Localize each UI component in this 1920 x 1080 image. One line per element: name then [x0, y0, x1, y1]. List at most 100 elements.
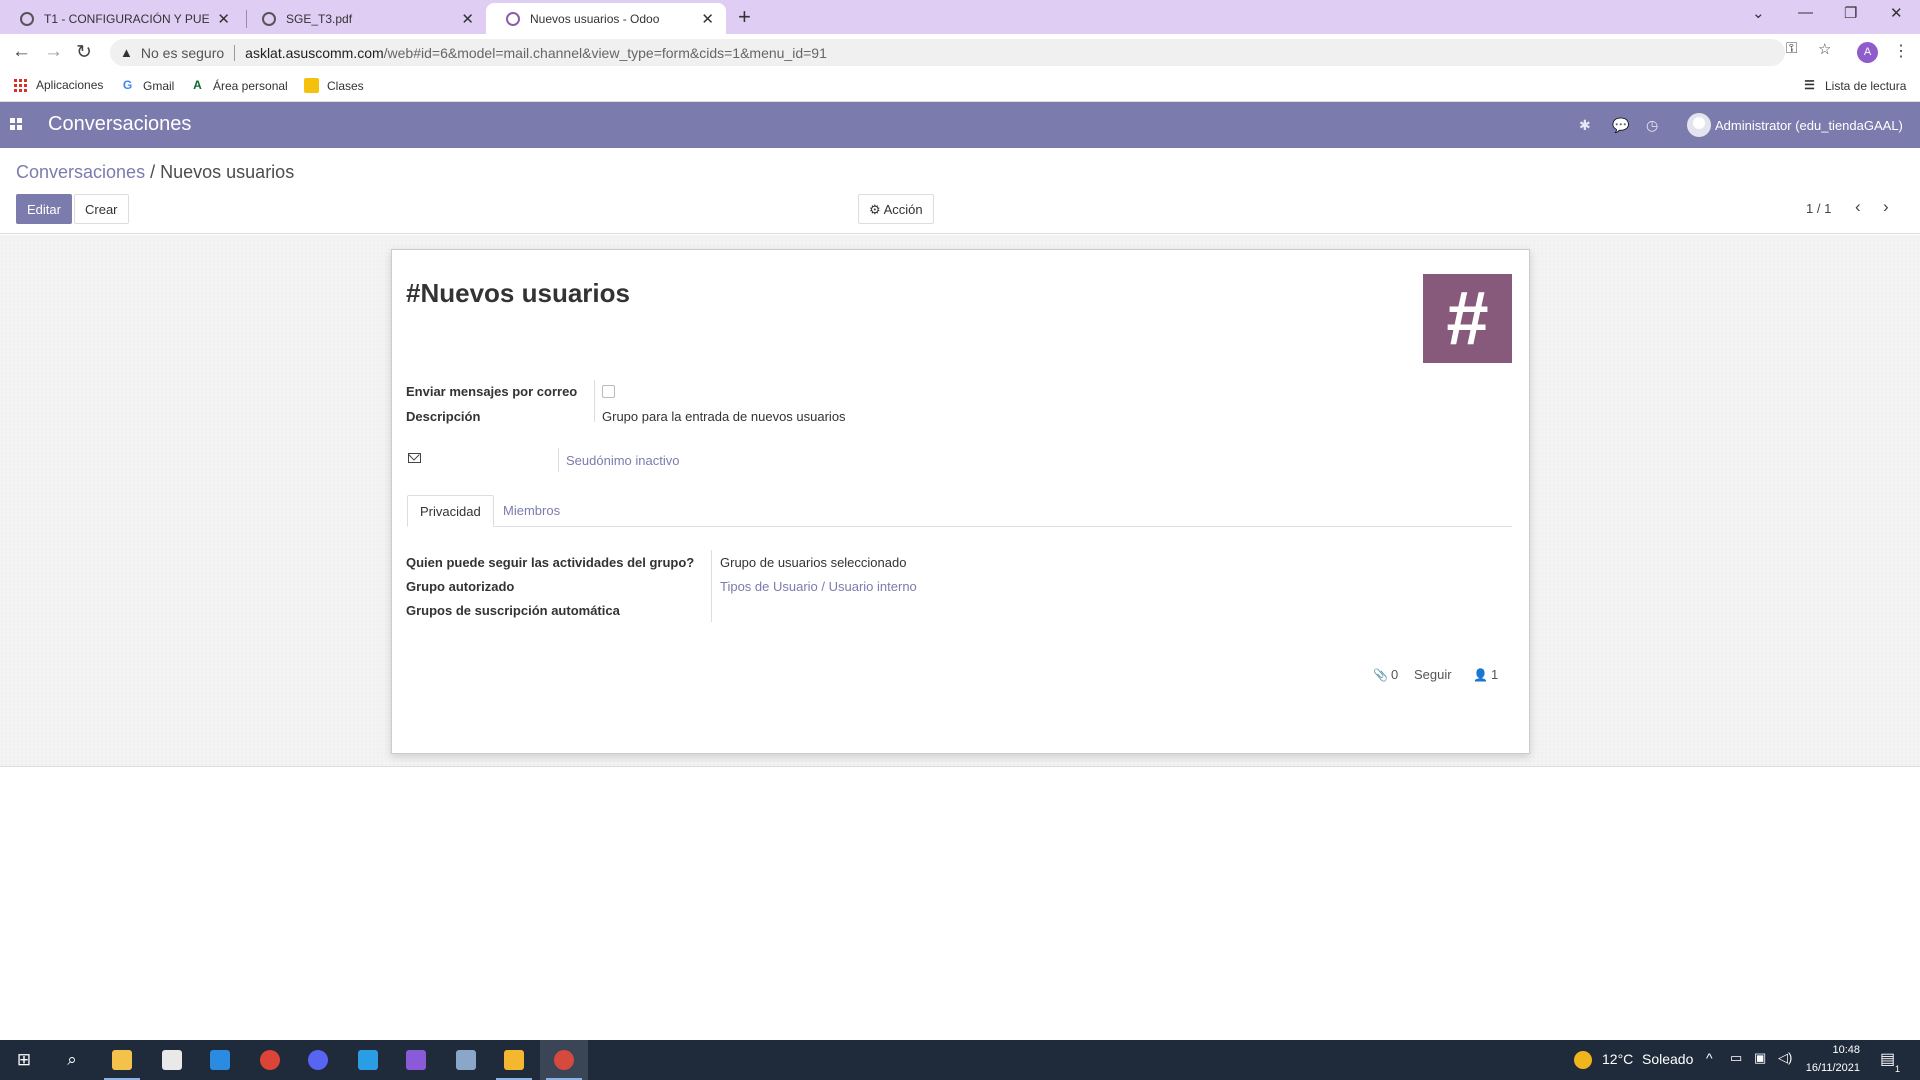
reading-list-icon: ☰: [1804, 78, 1815, 92]
meet-now-icon[interactable]: ▭: [1730, 1050, 1742, 1066]
breadcrumb-parent[interactable]: Conversaciones: [16, 162, 145, 182]
search-icon[interactable]: ⌕: [48, 1040, 96, 1080]
activity-clock-icon[interactable]: ◷: [1646, 117, 1658, 134]
field-divider: [711, 550, 712, 622]
address-bar-row: ← → ↻ ▲ No es seguro asklat.asuscomm.com…: [0, 34, 1920, 70]
virtualbox-icon[interactable]: [442, 1040, 490, 1080]
bookmark-area-personal[interactable]: A Área personal: [190, 78, 288, 93]
email-checkbox[interactable]: [602, 385, 615, 398]
email-label: Enviar mensajes por correo: [406, 384, 578, 399]
bookmark-label: Clases: [327, 78, 364, 93]
windows-taskbar: ⊞ ⌕ 12°C Soleado ^ ▭ ▣ ◁) 10:48 16/11/20…: [0, 1040, 1920, 1080]
followers-counter[interactable]: 👤 1: [1473, 667, 1498, 682]
tab-miembros[interactable]: Miembros: [491, 495, 572, 527]
browser-tab-sge[interactable]: SGE_T3.pdf ✕: [242, 3, 486, 34]
chevron-left-icon[interactable]: ‹: [1855, 197, 1861, 217]
tab-privacidad[interactable]: Privacidad: [407, 495, 494, 527]
globe-icon: [262, 11, 276, 26]
close-window-icon[interactable]: ✕: [1890, 4, 1903, 22]
profile-avatar[interactable]: A: [1857, 42, 1878, 63]
action-button[interactable]: ⚙ Acción: [858, 194, 934, 224]
control-panel: Conversaciones / Nuevos usuarios Editar …: [0, 148, 1920, 234]
tab-search-icon[interactable]: ⌄: [1752, 4, 1765, 22]
apps-grid-icon: [14, 78, 27, 92]
clock-time[interactable]: 10:48: [1800, 1044, 1860, 1056]
notification-count: 1: [1894, 1064, 1900, 1074]
discord-icon[interactable]: [294, 1040, 342, 1080]
action-label: Acción: [883, 202, 923, 217]
user-menu[interactable]: Administrator (edu_tiendaGAAL): [1687, 113, 1903, 137]
field-divider: [594, 380, 595, 422]
tab-title: Nuevos usuarios - Odoo: [530, 11, 660, 26]
chevron-right-icon[interactable]: ›: [1883, 197, 1889, 217]
bookmark-gmail[interactable]: G Gmail: [120, 78, 175, 93]
alias-value[interactable]: Seudónimo inactivo: [566, 453, 679, 468]
bookmark-label: Área personal: [213, 78, 288, 93]
network-icon[interactable]: ▣: [1754, 1050, 1766, 1066]
create-button[interactable]: Crear: [74, 194, 129, 224]
description-label: Descripción: [406, 409, 481, 424]
bookmark-clases[interactable]: Clases: [304, 78, 364, 93]
odoo-icon: [506, 11, 520, 26]
channel-image[interactable]: #: [1423, 274, 1512, 363]
back-icon[interactable]: ←: [12, 41, 31, 63]
vscode-icon[interactable]: [344, 1040, 392, 1080]
close-icon[interactable]: ✕: [217, 10, 230, 28]
paint-app-icon[interactable]: [490, 1040, 538, 1080]
close-icon[interactable]: ✕: [701, 10, 714, 28]
url-omnibox[interactable]: ▲ No es seguro asklat.asuscomm.com/web#i…: [110, 39, 1785, 66]
conversations-icon[interactable]: 💬: [1612, 117, 1629, 134]
edit-button[interactable]: Editar: [16, 194, 72, 224]
breadcrumb: Conversaciones / Nuevos usuarios: [16, 162, 294, 183]
close-icon[interactable]: ✕: [461, 10, 474, 28]
paperclip-icon: 📎: [1373, 667, 1388, 682]
google-icon: G: [122, 78, 133, 92]
omnibox-divider: [234, 44, 236, 61]
breadcrumb-current: Nuevos usuarios: [160, 162, 295, 182]
bug-icon[interactable]: ✱: [1579, 117, 1591, 134]
bookmark-label: Aplicaciones: [36, 78, 104, 92]
more-menu-icon[interactable]: ⋮: [1893, 41, 1909, 61]
forward-icon[interactable]: →: [44, 41, 63, 63]
clock-date[interactable]: 16/11/2021: [1790, 1062, 1860, 1074]
url-host: asklat.asuscomm.com: [245, 44, 384, 61]
envelope-icon: [408, 453, 421, 463]
chrome-profile-icon[interactable]: [540, 1040, 588, 1080]
form-sheet: #Nuevos usuarios # Enviar mensajes por c…: [391, 249, 1530, 754]
bookmark-label: Gmail: [143, 78, 175, 93]
channel-title: #Nuevos usuarios: [406, 278, 630, 308]
windows-start-icon[interactable]: ⊞: [0, 1040, 48, 1080]
bookmark-apps[interactable]: Aplicaciones: [14, 78, 103, 92]
user-icon: 👤: [1473, 667, 1488, 682]
field-divider: [558, 448, 559, 472]
restore-icon[interactable]: ❐: [1844, 4, 1857, 22]
file-explorer-icon[interactable]: [98, 1040, 146, 1080]
odoo-navbar: Conversaciones ✱ 💬 ◷ Administrator (edu_…: [0, 102, 1920, 148]
store-icon[interactable]: [148, 1040, 196, 1080]
new-tab-icon[interactable]: +: [738, 4, 751, 30]
chrome-icon[interactable]: [246, 1040, 294, 1080]
form-tabs: Privacidad Miembros: [407, 495, 1512, 527]
attachments-counter[interactable]: 📎 0: [1373, 667, 1398, 682]
group-value[interactable]: Tipos de Usuario / Usuario interno: [720, 579, 917, 594]
weather-temp[interactable]: 12°C: [1602, 1051, 1633, 1067]
star-icon[interactable]: ☆: [1818, 40, 1831, 58]
apps-menu-icon[interactable]: [10, 118, 22, 130]
app-title[interactable]: Conversaciones: [48, 113, 191, 136]
user-name: Administrator (edu_tiendaGAAL): [1715, 117, 1903, 133]
key-icon[interactable]: ⚿: [1786, 40, 1797, 57]
browser-tab-t1[interactable]: T1 - CONFIGURACIÓN Y PUESTA ✕: [0, 3, 242, 34]
mail-icon[interactable]: [196, 1040, 244, 1080]
reload-icon[interactable]: ↻: [76, 41, 92, 64]
weather-text[interactable]: Soleado: [1642, 1051, 1693, 1067]
chevron-up-icon[interactable]: ^: [1706, 1050, 1713, 1066]
visual-studio-icon[interactable]: [392, 1040, 440, 1080]
browser-tab-odoo[interactable]: Nuevos usuarios - Odoo ✕: [486, 3, 726, 34]
attachments-count: 0: [1390, 667, 1399, 682]
pager-value[interactable]: 1 / 1: [1806, 201, 1831, 216]
group-label: Grupo autorizado: [406, 579, 515, 594]
minimize-icon[interactable]: —: [1798, 4, 1813, 21]
follow-value: Grupo de usuarios seleccionado: [720, 555, 907, 570]
reading-list[interactable]: ☰ Lista de lectura: [1802, 78, 1906, 93]
follow-button[interactable]: Seguir: [1414, 667, 1452, 682]
